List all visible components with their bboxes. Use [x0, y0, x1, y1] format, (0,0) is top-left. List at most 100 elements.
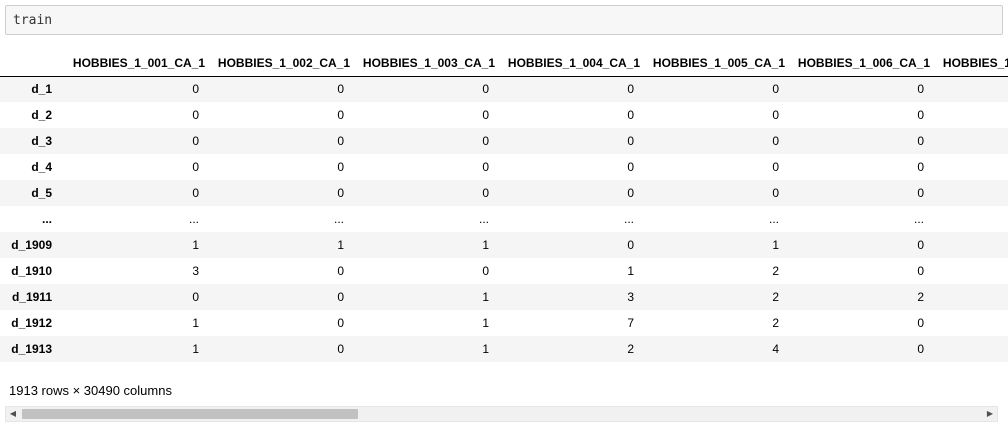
- table-cell: 2: [917, 290, 924, 304]
- table-cell: ...: [333, 212, 344, 226]
- row-index: d_1910: [11, 264, 52, 278]
- row-index: d_1911: [11, 290, 52, 304]
- table-cell: 1: [627, 264, 634, 278]
- table-cell: 0: [482, 82, 489, 97]
- column-header: HOBBIES_1_003_CA_1: [354, 50, 499, 77]
- table-cell: 2: [627, 342, 634, 356]
- table-cell: 1: [192, 316, 199, 330]
- row-index: d_4: [31, 160, 52, 174]
- row-index: d_1913: [11, 342, 52, 356]
- table-cell: 0: [917, 186, 924, 200]
- table-cell: 0: [337, 82, 344, 97]
- table-cell: 0: [772, 186, 779, 200]
- scroll-left-arrow-icon[interactable]: ◀: [6, 407, 20, 421]
- table-cell: 2: [772, 290, 779, 304]
- table-cell: ...: [934, 206, 1008, 232]
- table-cell: 0: [917, 82, 924, 97]
- table-cell: 0: [934, 180, 1008, 206]
- table-cell: 0: [934, 310, 1008, 336]
- table-cell: 0: [772, 108, 779, 122]
- table-row: d_1913 1 0 1 2 4 0 0: [0, 336, 1008, 362]
- table-cell: ...: [188, 212, 199, 226]
- row-index: d_1: [31, 82, 52, 97]
- scrollbar-thumb[interactable]: [22, 409, 358, 419]
- table-cell: 0: [627, 108, 634, 122]
- table-cell: 1: [192, 238, 199, 252]
- table-cell: ...: [623, 212, 634, 226]
- table-cell: 0: [627, 82, 634, 97]
- table-cell: 0: [934, 258, 1008, 284]
- table-cell: 0: [482, 108, 489, 122]
- dataframe-shape-info: 1913 rows × 30490 columns: [9, 383, 172, 398]
- table-cell: 0: [934, 76, 1008, 102]
- column-header: HOBBIES_1_002_CA_1: [209, 50, 354, 77]
- table-cell: 3: [627, 290, 634, 304]
- table-cell: 0: [482, 186, 489, 200]
- table-cell: 0: [772, 160, 779, 174]
- table-cell: ...: [913, 212, 924, 226]
- table-cell: 0: [917, 108, 924, 122]
- table-cell: 0: [192, 290, 199, 304]
- table-cell: 0: [934, 154, 1008, 180]
- row-index: d_5: [31, 186, 52, 200]
- table-cell: 7: [627, 316, 634, 330]
- table-cell: 0: [917, 264, 924, 278]
- table-cell: 0: [482, 160, 489, 174]
- code-text: train: [13, 13, 53, 28]
- table-cell: 1: [772, 238, 779, 252]
- table-cell: 0: [337, 290, 344, 304]
- table-cell: 0: [772, 82, 779, 97]
- table-cell: 0: [192, 82, 199, 97]
- table-cell: 0: [192, 134, 199, 148]
- table-cell: 0: [627, 134, 634, 148]
- table-cell: 0: [192, 186, 199, 200]
- table-row: d_5 0 0 0 0 0 0 0: [0, 180, 1008, 206]
- column-header: HOBBIES_1_004_CA_1: [499, 50, 644, 77]
- row-index: ...: [41, 212, 52, 226]
- table-cell: 0: [917, 342, 924, 356]
- table-cell: 1: [482, 290, 489, 304]
- table-cell: 0: [934, 102, 1008, 128]
- column-header: HOBBIES_1_007_CA_1: [934, 50, 1008, 77]
- table-cell: 0: [627, 160, 634, 174]
- table-cell: 0: [337, 342, 344, 356]
- table-cell: ...: [768, 212, 779, 226]
- row-index: d_3: [31, 134, 52, 148]
- table-cell: 0: [934, 232, 1008, 258]
- ellipsis-row: ... ... ... ... ... ... ... ...: [0, 206, 1008, 232]
- table-cell: 1: [192, 342, 199, 356]
- table-cell: 1: [337, 238, 344, 252]
- table-row: d_1910 3 0 0 1 2 0 0: [0, 258, 1008, 284]
- table-cell: 0: [337, 108, 344, 122]
- table-cell: 0: [627, 238, 634, 252]
- table-cell: 0: [337, 134, 344, 148]
- table-cell: 0: [192, 108, 199, 122]
- table-row: d_3 0 0 0 0 0 0 0: [0, 128, 1008, 154]
- table-cell: 0: [337, 160, 344, 174]
- table-cell: 0: [917, 134, 924, 148]
- table-cell: 3: [192, 264, 199, 278]
- horizontal-scrollbar[interactable]: ◀ ▶: [5, 406, 998, 422]
- table-cell: 0: [917, 238, 924, 252]
- table-cell: 0: [934, 284, 1008, 310]
- table-cell: 1: [482, 342, 489, 356]
- column-header: HOBBIES_1_006_CA_1: [789, 50, 934, 77]
- table-cell: 1: [482, 316, 489, 330]
- table-row: d_1912 1 0 1 7 2 0 0: [0, 310, 1008, 336]
- table-cell: 0: [934, 128, 1008, 154]
- table-row: d_1911 0 0 1 3 2 2 0: [0, 284, 1008, 310]
- scroll-right-arrow-icon[interactable]: ▶: [983, 407, 997, 421]
- table-cell: 0: [917, 316, 924, 330]
- table-row: d_1 0 0 0 0 0 0 0: [0, 76, 1008, 102]
- table-cell: 4: [772, 342, 779, 356]
- code-input-cell[interactable]: train: [5, 5, 1003, 35]
- table-row: d_2 0 0 0 0 0 0 0: [0, 102, 1008, 128]
- table-row: d_1909 1 1 1 0 1 0 0: [0, 232, 1008, 258]
- row-index: d_2: [31, 108, 52, 122]
- table-cell: 0: [482, 134, 489, 148]
- dataframe-table: HOBBIES_1_001_CA_1 HOBBIES_1_002_CA_1 HO…: [0, 50, 1008, 362]
- column-header: HOBBIES_1_001_CA_1: [64, 50, 209, 77]
- table-cell: 0: [917, 160, 924, 174]
- table-cell: 0: [337, 316, 344, 330]
- table-cell: ...: [478, 212, 489, 226]
